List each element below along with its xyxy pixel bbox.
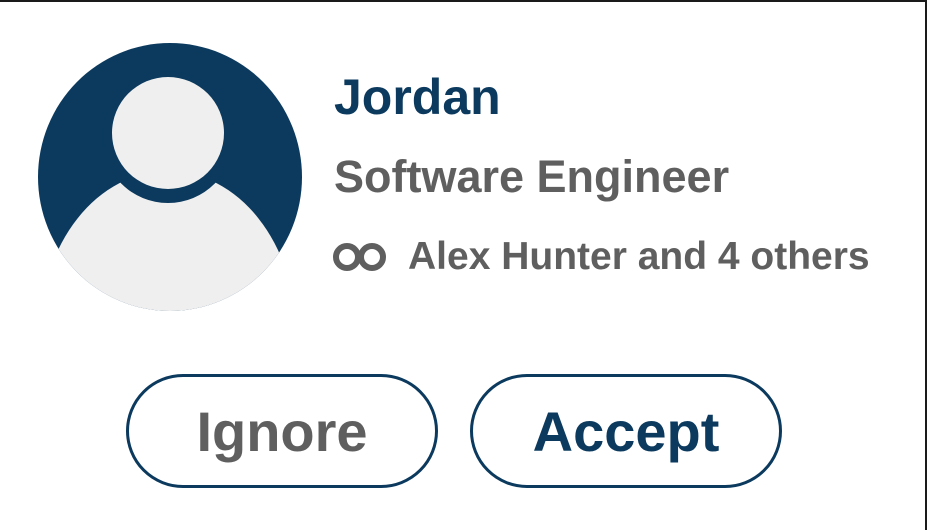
person-headline: Software Engineer (334, 151, 730, 202)
invitation-card: Jordan Software Engineer Alex Hunter and… (0, 0, 927, 530)
default-person-avatar-icon (38, 43, 302, 311)
avatar[interactable] (38, 43, 302, 311)
mutual-connections-icon (332, 242, 388, 272)
accept-button[interactable]: Accept (470, 374, 782, 488)
mutual-connections[interactable]: Alex Hunter and 4 others (332, 235, 870, 279)
person-name[interactable]: Jordan (334, 68, 501, 126)
ignore-button[interactable]: Ignore (126, 374, 438, 488)
mutual-connections-text: Alex Hunter and 4 others (408, 235, 870, 278)
